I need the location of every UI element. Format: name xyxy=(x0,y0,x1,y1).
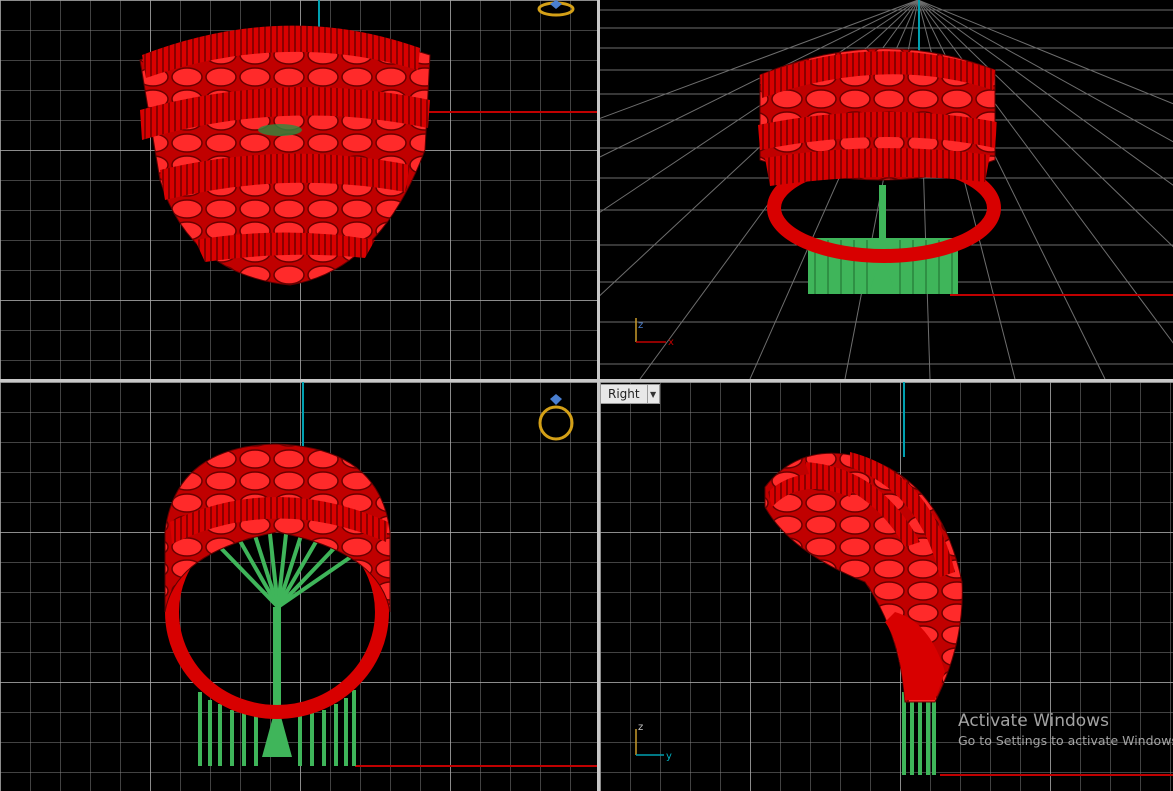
viewport-title: Right xyxy=(608,387,640,401)
axis-horizontal-label: x xyxy=(668,337,674,348)
triangle-down-icon[interactable]: ▼ xyxy=(646,385,659,403)
axis-indicator-perspective: z x xyxy=(635,318,674,348)
ring-view-icon[interactable] xyxy=(0,382,597,791)
viewport-title-button[interactable]: Right ▼ xyxy=(600,384,660,404)
watermark-title: Activate Windows xyxy=(958,711,1109,731)
viewport-divider-horizontal[interactable] xyxy=(0,379,1173,382)
gumball-icon[interactable] xyxy=(0,0,597,379)
viewport-top[interactable] xyxy=(0,0,597,379)
axis-up-label: z xyxy=(638,722,643,733)
windows-activation-watermark: Activate Windows Go to Settings to activ… xyxy=(958,710,1173,750)
axis-up-label: z xyxy=(638,320,643,331)
viewport-divider-vertical[interactable] xyxy=(597,0,600,791)
viewport-front[interactable] xyxy=(0,382,597,791)
watermark-subtitle: Go to Settings to activate Windows. xyxy=(958,733,1173,748)
viewport-right[interactable]: z y Right ▼ Activate Windows Go to Setti… xyxy=(600,382,1173,791)
axis-horizontal-label: y xyxy=(666,751,672,762)
viewport-perspective[interactable]: z x xyxy=(600,0,1173,379)
